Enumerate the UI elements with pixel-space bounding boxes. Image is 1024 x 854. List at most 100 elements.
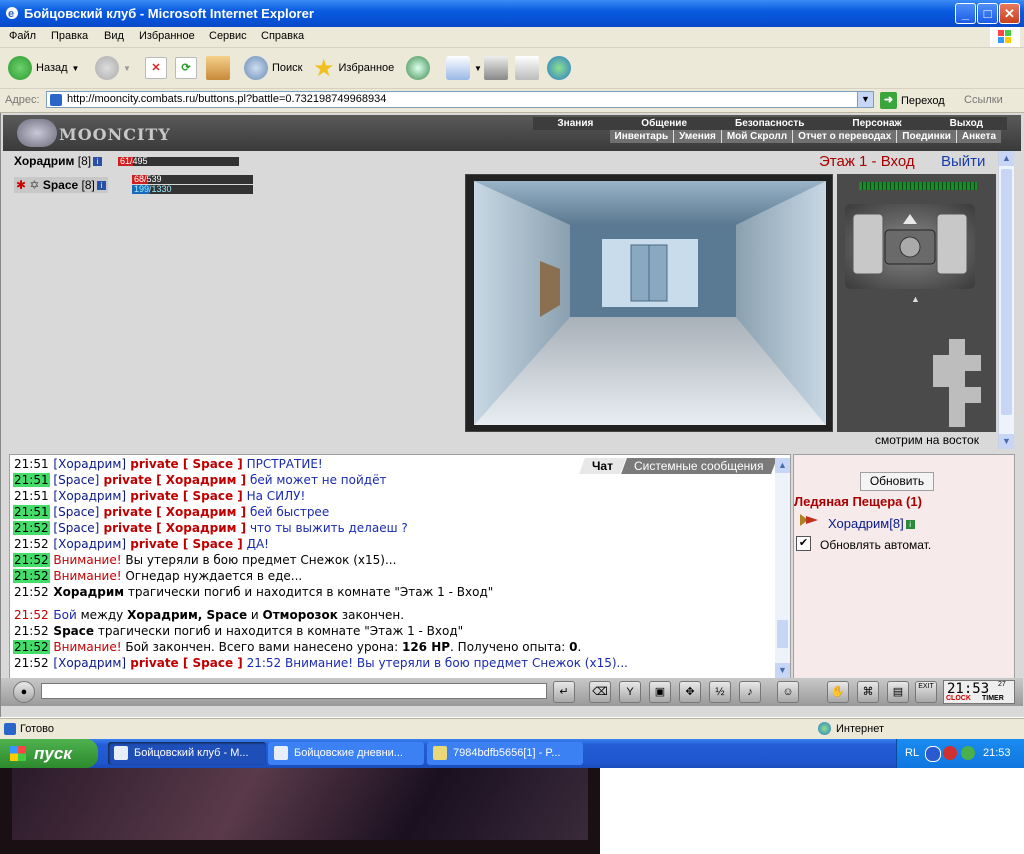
chat-sender[interactable]: [Хорадрим] xyxy=(53,656,126,670)
forward-button[interactable]: ▼ xyxy=(95,54,131,82)
maximize-button[interactable]: □ xyxy=(977,3,998,24)
chat-sender[interactable]: [Хорадрим] xyxy=(53,537,126,551)
edit-button[interactable] xyxy=(515,54,539,82)
menu-edit[interactable]: Правка xyxy=(51,30,88,42)
address-input[interactable]: http://mooncity.combats.ru/buttons.pl?ba… xyxy=(46,91,874,108)
private-tag[interactable]: private [ Space ] xyxy=(126,489,243,503)
nav-skills[interactable]: Умения xyxy=(674,130,722,143)
dungeon-view[interactable] xyxy=(465,174,833,432)
player-name[interactable]: Хорадрим xyxy=(14,154,74,168)
page-scrollbar[interactable]: ▲ ▼ xyxy=(998,151,1014,449)
menu-favorites[interactable]: Избранное xyxy=(139,30,195,42)
nav-character[interactable]: Персонаж xyxy=(828,117,925,130)
battle-icon[interactable] xyxy=(798,512,820,528)
minimize-button[interactable]: _ xyxy=(955,3,976,24)
exit-game-icon[interactable]: EXIT xyxy=(915,681,937,703)
history-button[interactable] xyxy=(406,54,430,82)
refresh-button[interactable]: ⟳ xyxy=(175,54,197,82)
search-button[interactable]: Поиск xyxy=(244,54,302,82)
nav-exit[interactable]: Выход xyxy=(926,117,1007,130)
menu-tools[interactable]: Сервис xyxy=(209,30,247,42)
save-icon[interactable]: ▣ xyxy=(649,681,671,703)
network-icon[interactable] xyxy=(961,746,975,760)
compass-control[interactable] xyxy=(845,204,975,289)
chat-timestamp[interactable]: 21:52 xyxy=(13,624,50,638)
favorites-button[interactable]: ★ Избранное xyxy=(313,54,394,82)
nav-my-scroll[interactable]: Мой Скролл xyxy=(722,130,794,143)
chat-timestamp[interactable]: 21:52 xyxy=(13,553,50,567)
tab-chat[interactable]: Чат xyxy=(578,458,626,474)
chat-scrollbar[interactable]: ▲ ▼ xyxy=(775,458,790,678)
send-icon[interactable]: ↵ xyxy=(553,681,575,703)
chat-mode-icon[interactable]: ● xyxy=(13,681,35,703)
private-tag[interactable]: private [ Space ] xyxy=(126,537,243,551)
scroll-up-icon[interactable]: ▲ xyxy=(999,151,1014,166)
private-tag[interactable]: private [ Хорадрим ] xyxy=(99,505,247,519)
print-button[interactable] xyxy=(484,54,508,82)
chat-timestamp[interactable]: 21:51 xyxy=(13,489,50,503)
sound-icon[interactable]: ♪ xyxy=(739,681,761,703)
scroll-up-icon[interactable]: ▲ xyxy=(775,458,790,473)
scroll-thumb[interactable] xyxy=(1001,169,1012,415)
clock-label[interactable]: CLOCK xyxy=(946,695,971,702)
go-button[interactable]: ➜ Переход xyxy=(880,92,945,109)
private-tag[interactable]: private [ Хорадрим ] xyxy=(99,521,247,535)
exit-link[interactable]: Выйти xyxy=(941,153,985,170)
auto-refresh-checkbox[interactable]: ✔ xyxy=(796,536,811,551)
nav-profile[interactable]: Анкета xyxy=(957,130,1001,143)
smiley-icon[interactable]: ☺ xyxy=(777,681,799,703)
close-button[interactable]: ✕ xyxy=(999,3,1020,24)
private-tag[interactable]: private [ Хорадрим ] xyxy=(99,473,247,487)
nav-knowledge[interactable]: Знания xyxy=(533,117,617,130)
chat-timestamp[interactable]: 21:51 xyxy=(13,473,50,487)
nav-inventory[interactable]: Инвентарь xyxy=(610,130,675,143)
companion-name[interactable]: Space xyxy=(43,178,78,192)
start-button[interactable]: пуск xyxy=(0,739,98,768)
chat-timestamp[interactable]: 21:51 xyxy=(13,457,50,471)
nav-duels[interactable]: Поединки xyxy=(897,130,957,143)
back-button[interactable]: Назад ▼ xyxy=(8,54,79,82)
nav-security[interactable]: Безопасность xyxy=(711,117,828,130)
shield-icon[interactable] xyxy=(943,746,957,760)
chat-timestamp[interactable]: 21:52 xyxy=(13,585,50,599)
task-item[interactable]: Бойцовские дневни... xyxy=(268,742,424,765)
refresh-room-button[interactable]: Обновить xyxy=(860,472,934,491)
tab-system-messages[interactable]: Системные сообщения xyxy=(621,458,777,474)
tray-clock[interactable]: 21:53 xyxy=(983,747,1011,759)
chat-timestamp[interactable]: 21:52 xyxy=(13,569,50,583)
info-icon[interactable]: i xyxy=(93,157,103,167)
messenger-button[interactable] xyxy=(547,54,571,82)
chat-timestamp[interactable]: 21:52 xyxy=(13,537,50,551)
scroll-down-icon[interactable]: ▼ xyxy=(775,663,790,678)
chat-input[interactable] xyxy=(41,683,547,699)
chat-timestamp[interactable]: 21:52 xyxy=(13,656,50,670)
info-icon[interactable]: i xyxy=(96,181,106,191)
scroll-log-icon[interactable]: ½ xyxy=(709,681,731,703)
links-button[interactable]: Ссылки xyxy=(964,94,1003,106)
address-dropdown-icon[interactable]: ▼ xyxy=(857,92,873,107)
task-item[interactable]: Бойцовский клуб - M... xyxy=(108,742,266,765)
home-button[interactable] xyxy=(206,54,230,82)
address-url[interactable]: http://mooncity.combats.ru/buttons.pl?ba… xyxy=(67,93,386,105)
chat-sender[interactable]: [Хорадрим] xyxy=(53,457,126,471)
nav-transfer-report[interactable]: Отчет о переводах xyxy=(793,130,898,143)
chat-timestamp[interactable]: 21:52 xyxy=(13,640,50,654)
menu-file[interactable]: Файл xyxy=(9,30,36,42)
trade-icon[interactable]: ✋ xyxy=(827,681,849,703)
chat-sender[interactable]: [Space] xyxy=(53,473,99,487)
chat-timestamp[interactable]: 21:52 xyxy=(13,521,50,535)
stop-button[interactable]: ✕ xyxy=(145,54,167,82)
filter-icon[interactable]: Y xyxy=(619,681,641,703)
nav-communication[interactable]: Общение xyxy=(617,117,711,130)
menu-help[interactable]: Справка xyxy=(261,30,304,42)
scroll-down-icon[interactable]: ▼ xyxy=(999,434,1014,449)
task-item[interactable]: 7984bdfb5656[1] - P... xyxy=(427,742,583,765)
info-icon[interactable]: i xyxy=(905,520,915,530)
mail-button[interactable]: ▼ xyxy=(446,54,482,82)
chat-sender[interactable]: [Space] xyxy=(53,521,99,535)
chat-timestamp[interactable]: 21:52 xyxy=(13,608,50,622)
fighters-icon[interactable]: ✥ xyxy=(679,681,701,703)
language-indicator[interactable]: RL xyxy=(905,747,919,759)
menu-view[interactable]: Вид xyxy=(104,30,124,42)
inventory-icon[interactable]: ▤ xyxy=(887,681,909,703)
